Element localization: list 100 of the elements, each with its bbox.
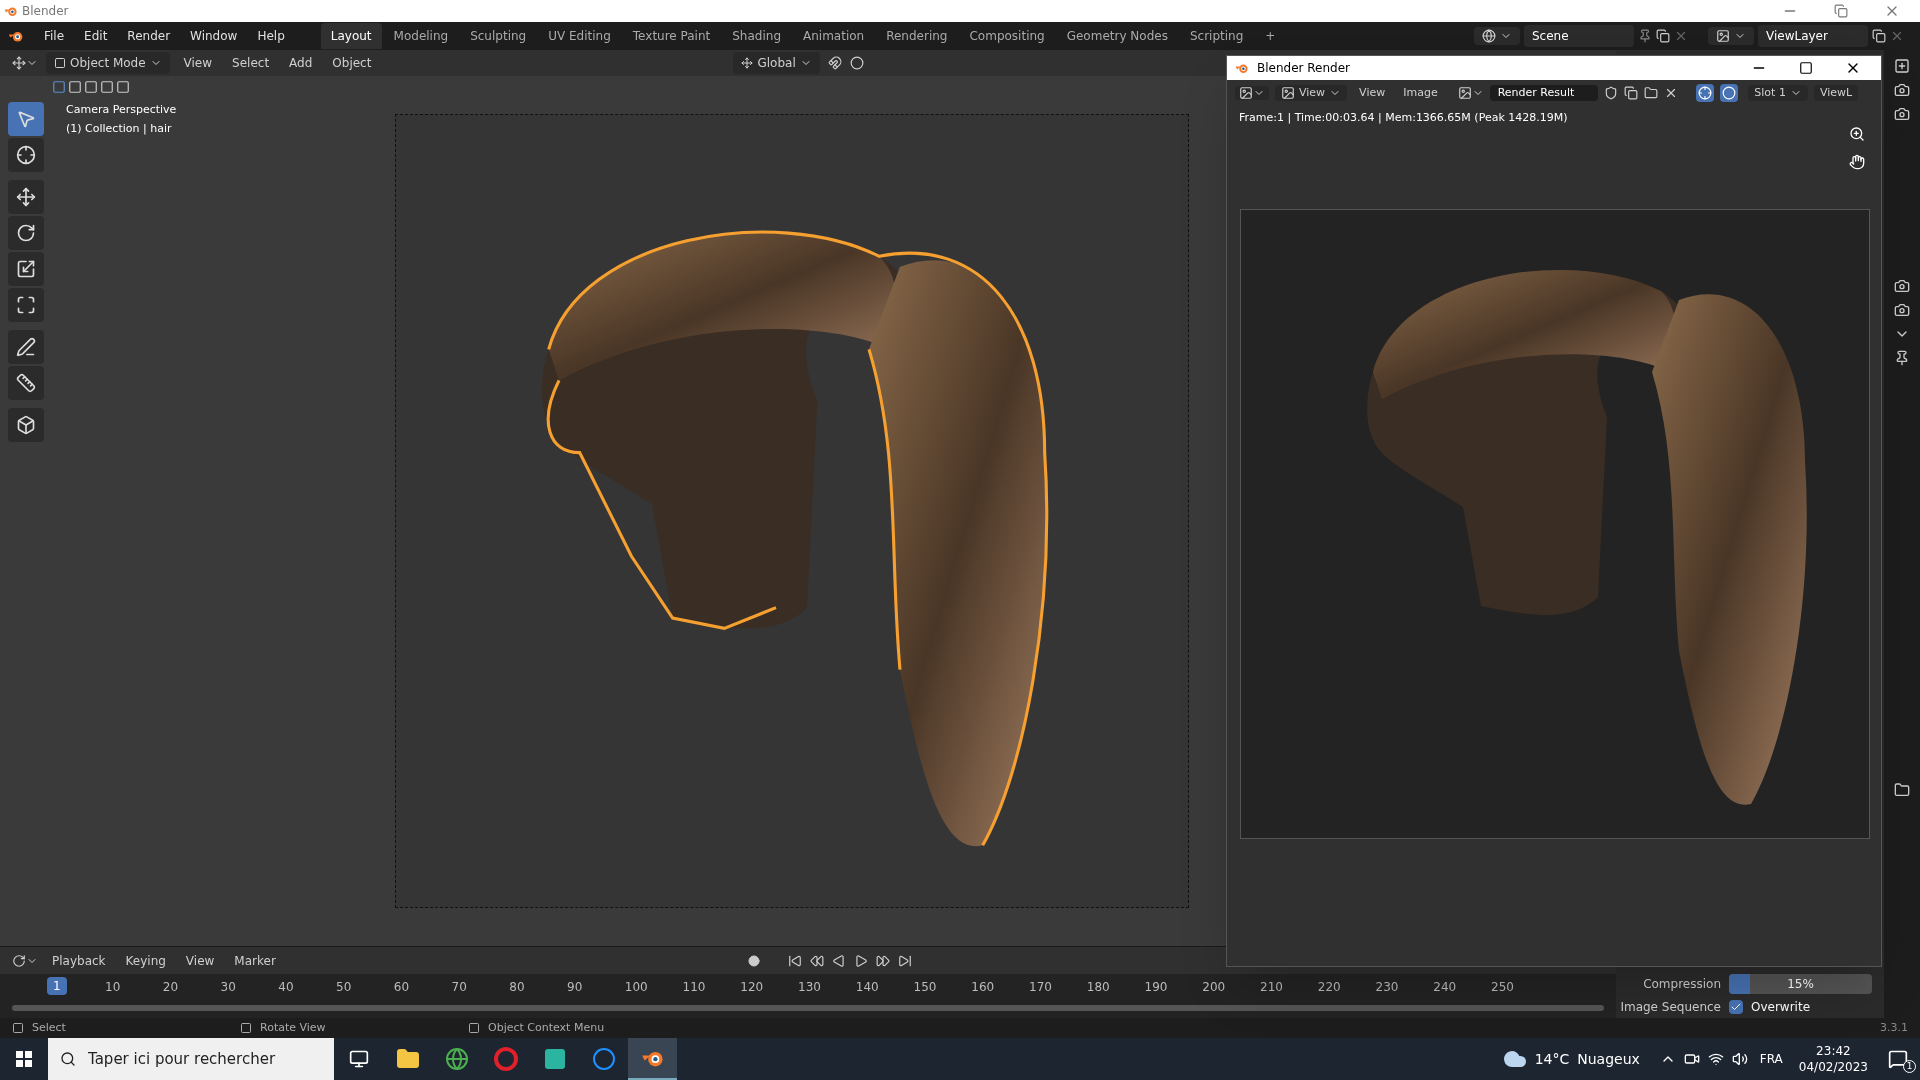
selection-mode-icon[interactable] [84,80,98,94]
menu-item[interactable]: Window [182,27,246,45]
add-cube-tool[interactable] [8,408,44,442]
image-name-field[interactable]: Render Result [1489,84,1599,102]
window-title: Blender [22,3,69,20]
folder-icon[interactable] [1894,782,1910,798]
play-icon[interactable] [853,953,868,968]
workspace-tab[interactable]: Shading [722,23,791,49]
camera-icon[interactable] [1894,302,1910,318]
select-box-tool[interactable] [8,102,44,136]
selection-mode-icon[interactable] [116,80,130,94]
ring-icon[interactable] [493,1047,518,1071]
workspace-tab[interactable]: Modeling [383,23,459,49]
magnet-icon[interactable] [827,56,842,70]
camera-icon[interactable] [1894,106,1910,122]
notification-icon[interactable] [1888,1049,1908,1069]
slot-dropdown[interactable]: Slot 1 [1748,84,1808,102]
editor-type-button[interactable] [1235,86,1269,100]
scene-selector[interactable] [1474,27,1520,45]
editor-type-button[interactable] [12,953,38,968]
menu-item[interactable]: Edit [76,27,116,45]
view-dropdown[interactable]: View [1275,84,1348,102]
speaker-icon[interactable] [1731,1051,1748,1067]
menu-item[interactable]: Image [1397,84,1444,102]
menu-item[interactable]: File [36,27,73,45]
play-reverse-icon[interactable] [831,953,846,968]
menu-item[interactable]: Marker [228,951,282,970]
camera-icon[interactable] [1683,1051,1700,1067]
menu-item[interactable]: Add [283,54,319,72]
pin-icon[interactable] [1894,350,1910,366]
compression-slider[interactable]: 15% [1729,974,1872,994]
menu-item[interactable]: Help [249,27,293,45]
workspace-tab[interactable]: Sculpting [460,23,537,49]
hand-icon[interactable] [1849,154,1865,170]
view-layer-dropdown[interactable]: ViewL [1813,84,1859,102]
camera-icon[interactable] [1894,278,1910,294]
view-layer-selector[interactable] [1708,27,1754,45]
taskbar-search-field[interactable]: Taper ici pour rechercher [88,1047,288,1071]
cursor-tool[interactable] [8,138,44,172]
jump-start-icon[interactable] [787,953,802,968]
annotate-tool[interactable] [8,330,44,364]
globe-icon[interactable] [444,1047,469,1071]
transform-tool[interactable] [8,288,44,322]
scene-name-field[interactable]: Scene [1524,25,1634,47]
timeline-scrollbar[interactable] [12,1005,1604,1011]
workspace-tab[interactable]: UV Editing [538,23,621,49]
menu-item[interactable]: View [179,951,221,970]
zoom-icon[interactable] [1849,126,1865,142]
tile-icon[interactable] [542,1047,567,1071]
rotate-tool[interactable] [8,216,44,250]
clock[interactable]: 23:42 04/02/2023 [1798,1043,1868,1075]
menu-item[interactable]: Playback [46,951,112,970]
orientation-dropdown[interactable]: Global [733,52,820,74]
new-view-layer-icon[interactable] [1872,29,1886,43]
workspace-tab[interactable]: Texture Paint [622,23,721,49]
workspace-tab[interactable]: Compositing [959,23,1055,49]
folder-icon[interactable] [395,1047,420,1071]
restore-icon[interactable] [1834,4,1848,18]
record-icon[interactable] [747,954,760,967]
move-tool[interactable] [8,180,44,214]
editor-type-button[interactable] [12,56,38,70]
menu-item[interactable]: View [1353,84,1392,102]
circle-icon[interactable] [591,1047,616,1071]
maximize-icon[interactable] [1799,61,1813,75]
selection-mode-icon[interactable] [68,80,82,94]
gizmo-toggle[interactable] [1696,84,1715,102]
measure-tool[interactable] [8,366,44,400]
scale-tool[interactable] [8,252,44,286]
copy-icon[interactable] [1624,86,1639,100]
task-view-icon[interactable] [348,1049,369,1069]
shield-icon[interactable] [1604,86,1619,100]
view-layer-field[interactable]: ViewLayer [1758,25,1868,47]
overlay-toggle[interactable] [1720,84,1739,102]
menu-item[interactable]: Select [226,54,276,72]
jump-end-icon[interactable] [897,953,912,968]
next-keyframe-icon[interactable] [875,953,890,968]
language-indicator[interactable]: FRA [1759,1050,1783,1068]
add-icon[interactable] [1894,58,1910,74]
selection-mode-icon[interactable] [52,80,66,94]
previous-keyframe-icon[interactable] [809,953,824,968]
folder-icon[interactable] [1644,86,1659,100]
workspace-tab[interactable]: Layout [320,23,382,49]
selection-mode-icon[interactable] [100,80,114,94]
workspace-tab[interactable]: Rendering [876,23,958,49]
overwrite-checkbox[interactable] [1729,1000,1743,1014]
taskbar-search-box[interactable]: Taper ici pour rechercher [48,1038,334,1080]
menu-item[interactable]: Keying [119,951,172,970]
workspace-tab[interactable]: Scripting [1179,23,1254,49]
new-scene-icon[interactable] [1656,29,1670,43]
workspace-tab[interactable]: Animation [793,23,875,49]
wifi-icon[interactable] [1707,1051,1724,1067]
menu-item[interactable]: View [177,54,219,72]
menu-item[interactable]: Object [326,54,378,72]
workspace-tab[interactable]: Geometry Nodes [1056,23,1178,49]
current-frame-indicator[interactable]: 1 [47,977,67,995]
workspace-tab[interactable]: + [1255,23,1286,49]
mode-dropdown[interactable]: Object Mode [46,52,170,74]
camera-icon[interactable] [1894,82,1910,98]
menu-item[interactable]: Render [119,27,179,45]
image-browse-button[interactable] [1457,86,1484,100]
